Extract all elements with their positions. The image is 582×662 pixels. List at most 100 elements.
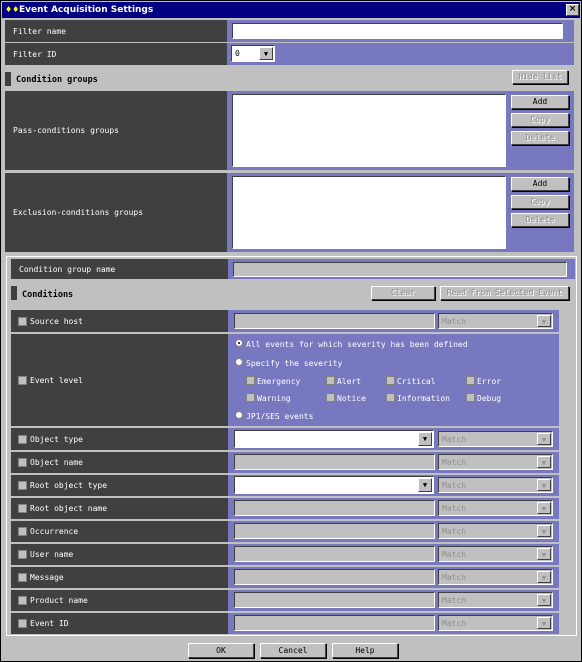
exclusion-delete-button[interactable]: Delete <box>511 213 569 227</box>
source-host-match-select[interactable]: Match ▼ <box>438 313 553 329</box>
product-name-checkbox[interactable] <box>18 596 27 605</box>
occurrence-checkbox[interactable] <box>18 527 27 536</box>
event-level-label: Event level <box>30 376 83 385</box>
object-name-label: Object name <box>30 458 83 467</box>
debug-checkbox[interactable] <box>466 393 475 402</box>
pass-conditions-list[interactable] <box>232 94 506 167</box>
object-type-select[interactable]: ▼ <box>234 430 434 448</box>
chevron-down-icon: ▼ <box>537 502 551 514</box>
root-object-type-checkbox[interactable] <box>18 481 27 490</box>
error-label: Error <box>477 377 502 386</box>
match-value: Match <box>442 550 467 559</box>
object-type-checkbox[interactable] <box>18 435 27 444</box>
critical-checkbox[interactable] <box>386 376 395 385</box>
object-name-input[interactable] <box>234 454 435 470</box>
alert-checkbox[interactable] <box>326 376 335 385</box>
clear-button[interactable]: Clear <box>371 286 435 300</box>
product-name-label: Product name <box>30 596 88 605</box>
emergency-checkbox[interactable] <box>246 376 255 385</box>
user-name-label: User name <box>30 550 74 559</box>
filter-id-label-cell: Filter ID <box>5 43 227 65</box>
pass-conditions-label-cell: Pass-conditions groups <box>5 91 227 170</box>
occurrence-label-cell: Occurrence <box>11 521 228 542</box>
all-events-radio[interactable] <box>235 339 243 347</box>
object-type-label: Object type <box>30 435 83 444</box>
object-type-match-select[interactable]: Match ▼ <box>438 431 553 447</box>
event-level-checkbox[interactable] <box>18 376 27 385</box>
user-name-checkbox[interactable] <box>18 550 27 559</box>
error-checkbox[interactable] <box>466 376 475 385</box>
root-object-name-checkbox[interactable] <box>18 504 27 513</box>
exclusion-copy-button[interactable]: Copy <box>511 195 569 209</box>
jp1-ses-events-radio[interactable] <box>235 411 243 419</box>
chevron-down-icon: ▼ <box>537 433 551 445</box>
filter-name-input[interactable] <box>232 23 563 39</box>
debug-label: Debug <box>477 394 502 403</box>
help-button[interactable]: Help <box>332 643 398 658</box>
read-from-selected-event-button[interactable]: Read From Selected Event <box>440 286 569 300</box>
ok-button[interactable]: OK <box>188 643 254 658</box>
root-object-name-label: Root object name <box>30 504 108 513</box>
pass-copy-button[interactable]: Copy <box>511 113 569 127</box>
alert-label: Alert <box>337 377 362 386</box>
occurrence-match-select[interactable]: Match ▼ <box>438 523 553 539</box>
root-object-type-select[interactable]: ▼ <box>234 476 434 494</box>
warning-label: Warning <box>257 394 291 403</box>
product-name-label-cell: Product name <box>11 590 228 611</box>
root-object-name-match-select[interactable]: Match ▼ <box>438 500 553 516</box>
message-label: Message <box>30 573 64 582</box>
event-id-checkbox[interactable] <box>18 619 27 628</box>
match-value: Match <box>442 317 467 326</box>
root-object-type-match-select[interactable]: Match ▼ <box>438 477 553 493</box>
product-name-match-select[interactable]: Match ▼ <box>438 592 553 608</box>
information-checkbox[interactable] <box>386 393 395 402</box>
root-object-type-label: Root object type <box>30 481 108 490</box>
event-level-label-cell: Event level <box>11 334 228 426</box>
filter-name-label: Filter name <box>13 27 66 36</box>
user-name-match-select[interactable]: Match ▼ <box>438 546 553 562</box>
event-id-label-cell: Event ID <box>11 613 228 634</box>
root-object-name-input[interactable] <box>234 500 435 516</box>
app-icon: ♦♦ <box>5 5 20 14</box>
message-input[interactable] <box>234 569 435 585</box>
pass-add-button[interactable]: Add <box>511 95 569 109</box>
object-type-label-cell: Object type <box>11 428 228 450</box>
section-marker <box>11 286 17 300</box>
occurrence-input[interactable] <box>234 523 435 539</box>
object-name-match-select[interactable]: Match ▼ <box>438 454 553 470</box>
event-id-input[interactable] <box>234 615 435 631</box>
chevron-down-icon: ▼ <box>259 47 273 60</box>
object-name-checkbox[interactable] <box>18 458 27 467</box>
cancel-button[interactable]: Cancel <box>260 643 326 658</box>
event-id-match-select[interactable]: Match ▼ <box>438 615 553 631</box>
all-events-label: All events for which severity has been d… <box>246 340 468 349</box>
user-name-input[interactable] <box>234 546 435 562</box>
filter-name-label-cell: Filter name <box>5 20 227 42</box>
chevron-down-icon: ▼ <box>537 456 551 468</box>
chevron-down-icon: ▼ <box>537 571 551 583</box>
exclusion-conditions-list[interactable] <box>232 176 506 249</box>
close-button[interactable]: × <box>566 4 579 16</box>
hide-list-button[interactable]: Hide list <box>512 70 568 84</box>
root-object-name-label-cell: Root object name <box>11 498 228 519</box>
product-name-input[interactable] <box>234 592 435 608</box>
specify-severity-radio[interactable] <box>235 358 243 366</box>
match-value: Match <box>442 596 467 605</box>
source-host-input[interactable] <box>234 313 435 329</box>
filter-id-select[interactable]: 0 ▼ <box>231 45 275 62</box>
warning-checkbox[interactable] <box>246 393 255 402</box>
source-host-label-cell: Source host <box>11 310 228 332</box>
message-checkbox[interactable] <box>18 573 27 582</box>
exclusion-add-button[interactable]: Add <box>511 177 569 191</box>
object-name-label-cell: Object name <box>11 452 228 473</box>
message-match-select[interactable]: Match ▼ <box>438 569 553 585</box>
source-host-checkbox[interactable] <box>18 317 27 326</box>
emergency-label: Emergency <box>257 377 301 386</box>
pass-delete-button[interactable]: Delete <box>511 131 569 145</box>
condition-group-name-input[interactable] <box>233 262 567 277</box>
section-marker <box>5 72 11 86</box>
message-label-cell: Message <box>11 567 228 588</box>
root-object-type-label-cell: Root object type <box>11 475 228 496</box>
chevron-down-icon: ▼ <box>418 478 432 492</box>
notice-checkbox[interactable] <box>326 393 335 402</box>
